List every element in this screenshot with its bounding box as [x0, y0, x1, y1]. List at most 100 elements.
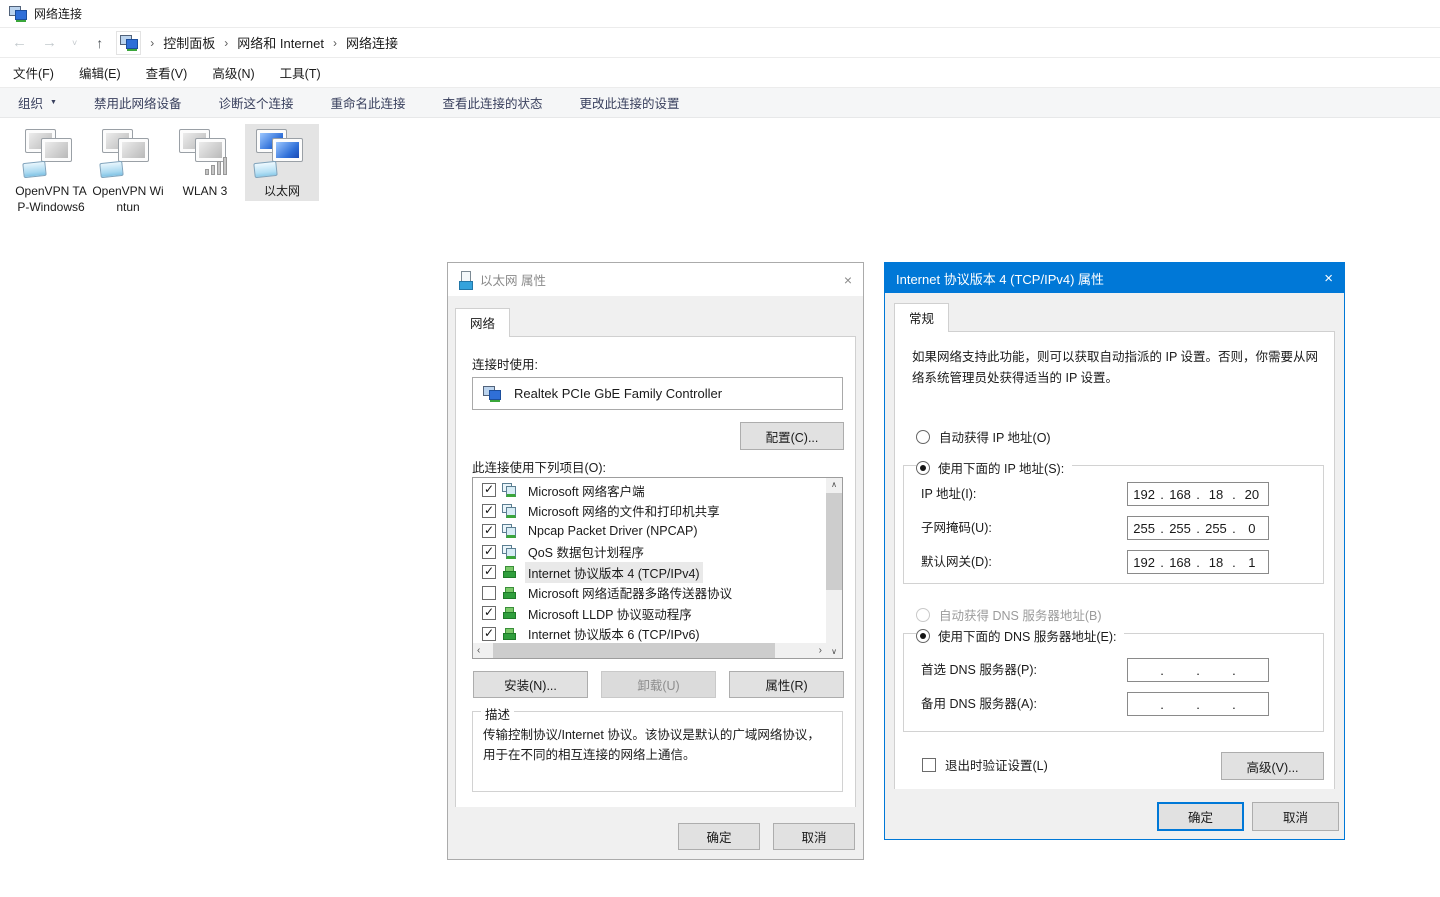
scroll-left-icon[interactable]: ‹	[477, 645, 480, 656]
advanced-button[interactable]: 高级(V)...	[1221, 752, 1324, 780]
dialog-titlebar[interactable]: Internet 协议版本 4 (TCP/IPv4) 属性 ×	[885, 263, 1344, 293]
ip-address-input[interactable]: 255.255.255.0	[1127, 516, 1269, 540]
toolbar-command[interactable]: 更改此连接的设置	[580, 93, 680, 112]
vertical-scrollbar[interactable]: ∧ ∨	[826, 478, 842, 658]
menu-item[interactable]: 文件(F)	[13, 63, 54, 82]
menu-item[interactable]: 编辑(E)	[79, 63, 121, 82]
back-icon[interactable]: ←	[12, 34, 27, 51]
close-icon[interactable]: ×	[844, 273, 852, 287]
item-checkbox[interactable]	[482, 586, 496, 600]
item-checkbox[interactable]	[482, 606, 496, 620]
validate-on-exit[interactable]: 退出时验证设置(L)	[922, 755, 1048, 774]
menu-item[interactable]: 高级(N)	[212, 63, 254, 82]
dialog-titlebar[interactable]: 以太网 属性 ×	[448, 263, 863, 296]
cancel-button[interactable]: 取消	[1252, 802, 1339, 831]
chevron-right-icon: ›	[333, 36, 337, 50]
cancel-button[interactable]: 取消	[773, 823, 855, 850]
dns-address-input[interactable]: ...	[1127, 658, 1269, 682]
ok-button[interactable]: 确定	[1157, 802, 1244, 831]
toolbar-command[interactable]: 重命名此连接	[330, 93, 405, 112]
list-item[interactable]: QoS 数据包计划程序	[473, 542, 826, 563]
menu-item[interactable]: 查看(V)	[146, 63, 188, 82]
scrollbar-thumb[interactable]	[493, 643, 775, 658]
network-adapter-tile[interactable]: OpenVPN TAP-Windows6	[14, 124, 88, 217]
scrollbar-thumb[interactable]	[826, 493, 842, 590]
scroll-up-icon[interactable]: ∧	[831, 480, 837, 489]
network-adapter-icon	[22, 128, 80, 180]
dns-address-input[interactable]: ...	[1127, 692, 1269, 716]
ipv4-properties-dialog: Internet 协议版本 4 (TCP/IPv4) 属性 × 常规 如果网络支…	[884, 262, 1345, 840]
radio-manual-ip[interactable]: 使用下面的 IP 地址(S):	[916, 458, 1072, 477]
forward-icon[interactable]: →	[42, 34, 57, 51]
item-label[interactable]: QoS 数据包计划程序	[525, 541, 647, 562]
network-adapter-icon	[176, 128, 234, 180]
tab-general[interactable]: 常规	[894, 303, 949, 332]
location-icon	[120, 35, 138, 50]
list-item[interactable]: Internet 协议版本 4 (TCP/IPv4)	[473, 562, 826, 583]
properties-button[interactable]: 属性(R)	[729, 671, 844, 698]
scroll-down-icon[interactable]: ∨	[831, 647, 837, 656]
horizontal-scrollbar[interactable]: ‹ ›	[473, 643, 826, 658]
adapter-list: OpenVPN TAP-Windows6 OpenVPN Wintun WLAN…	[14, 124, 319, 217]
dialog-title: 以太网 属性	[480, 270, 546, 289]
network-adapter-tile[interactable]: 以太网	[245, 124, 319, 201]
item-label[interactable]: Microsoft 网络适配器多路传送器协议	[525, 582, 735, 603]
item-label[interactable]: Internet 协议版本 6 (TCP/IPv6)	[525, 623, 703, 644]
item-label[interactable]: Microsoft LLDP 协议驱动程序	[525, 603, 695, 624]
breadcrumb-item[interactable]: 网络连接	[346, 33, 398, 52]
toolbar-commands: 禁用此网络设备 诊断这个连接 重命名此连接 查看此连接的状态 更改此连接的设置	[94, 93, 680, 112]
item-checkbox[interactable]	[482, 483, 496, 497]
list-item[interactable]: Internet 协议版本 6 (TCP/IPv6)	[473, 624, 826, 645]
rj45-plug-icon	[22, 161, 46, 178]
network-adapter-tile[interactable]: WLAN 3	[168, 124, 242, 201]
item-label[interactable]: Npcap Packet Driver (NPCAP)	[525, 523, 701, 539]
toolbar-command[interactable]: 禁用此网络设备	[94, 93, 182, 112]
tab-page: 如果网络支持此功能，则可以获取自动指派的 IP 设置。否则，你需要从网络系统管理…	[894, 331, 1335, 794]
item-checkbox[interactable]	[482, 627, 496, 641]
item-checkbox[interactable]	[482, 524, 496, 538]
configure-button[interactable]: 配置(C)...	[740, 422, 844, 450]
ip-address-input[interactable]: 192.168.18.20	[1127, 482, 1269, 506]
radio-icon[interactable]	[916, 461, 930, 475]
ip-field-label: 默认网关(D):	[921, 550, 992, 574]
up-icon[interactable]: ↑	[96, 35, 103, 51]
menu-item[interactable]: 工具(T)	[280, 63, 321, 82]
tab-network[interactable]: 网络	[455, 308, 510, 337]
toolbar-command[interactable]: 诊断这个连接	[218, 93, 293, 112]
ok-button[interactable]: 确定	[678, 823, 760, 850]
item-checkbox[interactable]	[482, 545, 496, 559]
radio-icon[interactable]	[916, 629, 930, 643]
radio-auto-dns: 自动获得 DNS 服务器地址(B)	[916, 605, 1102, 624]
item-checkbox[interactable]	[482, 565, 496, 579]
network-adapter-tile[interactable]: OpenVPN Wintun	[91, 124, 165, 217]
history-dropdown-icon[interactable]: ˅	[72, 38, 77, 48]
toolbar-command[interactable]: 查看此连接的状态	[443, 93, 543, 112]
item-checkbox[interactable]	[482, 504, 496, 518]
breadcrumb-item[interactable]: 控制面板	[163, 33, 215, 52]
scroll-right-icon[interactable]: ›	[819, 645, 822, 656]
install-button[interactable]: 安装(N)...	[473, 671, 588, 698]
breadcrumb-item[interactable]: 网络和 Internet	[237, 33, 324, 52]
list-item[interactable]: Microsoft 网络客户端	[473, 480, 826, 501]
list-item[interactable]: Microsoft 网络的文件和打印机共享	[473, 501, 826, 522]
list-item[interactable]: Npcap Packet Driver (NPCAP)	[473, 521, 826, 542]
list-item[interactable]: Microsoft LLDP 协议驱动程序	[473, 603, 826, 624]
item-label[interactable]: Microsoft 网络客户端	[525, 480, 648, 501]
list-item[interactable]: Microsoft 网络适配器多路传送器协议	[473, 583, 826, 604]
dns-field-label: 备用 DNS 服务器(A):	[921, 692, 1037, 716]
uninstall-button: 卸载(U)	[601, 671, 716, 698]
address-icon-button[interactable]	[116, 31, 141, 55]
ethernet-properties-dialog: 以太网 属性 × 网络 连接时使用: Realtek PCIe GbE Fami…	[447, 262, 864, 860]
chevron-right-icon: ›	[224, 36, 228, 50]
radio-manual-dns[interactable]: 使用下面的 DNS 服务器地址(E):	[916, 626, 1124, 645]
ip-address-input[interactable]: 192.168.18.1	[1127, 550, 1269, 574]
organize-menu[interactable]: 组织 ▼	[18, 93, 57, 112]
network-adapter-icon	[99, 128, 157, 180]
adapter-name-box: Realtek PCIe GbE Family Controller	[472, 377, 843, 410]
validate-checkbox[interactable]	[922, 758, 936, 772]
radio-icon[interactable]	[916, 430, 930, 444]
radio-auto-ip[interactable]: 自动获得 IP 地址(O)	[916, 427, 1051, 446]
item-label[interactable]: Internet 协议版本 4 (TCP/IPv4)	[525, 562, 703, 583]
item-label[interactable]: Microsoft 网络的文件和打印机共享	[525, 500, 723, 521]
close-icon[interactable]: ×	[1324, 271, 1333, 286]
